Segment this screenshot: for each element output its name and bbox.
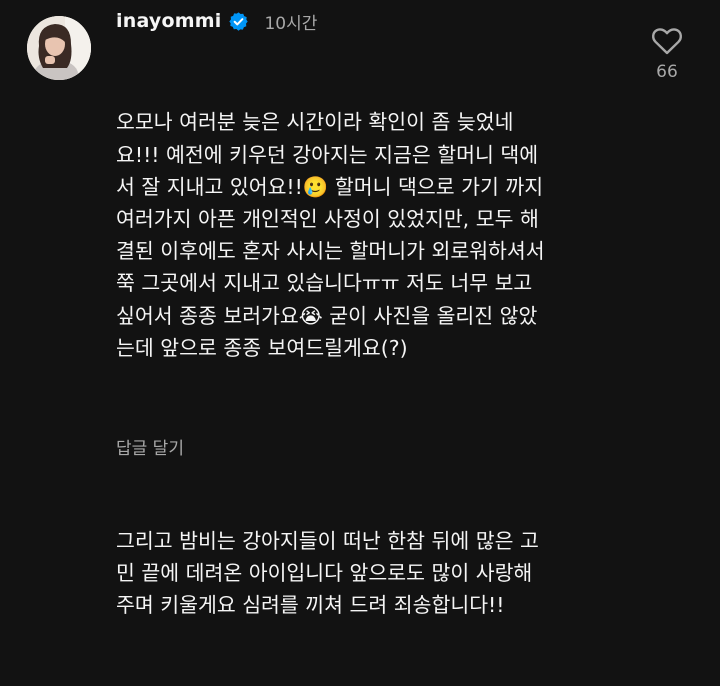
comment-body-paragraph-1: 오모나 여러분 늦은 시간이라 확인이 좀 늦었네 요!!! 예전에 키우던 강… bbox=[116, 110, 545, 360]
comment-item: inayommi 10시간 오모나 여러분 늦은 시간이라 확인이 좀 늦었네 … bbox=[0, 0, 720, 617]
username[interactable]: inayommi bbox=[116, 10, 221, 32]
reply-button[interactable]: 답글 달기 bbox=[116, 434, 184, 459]
comment-body: 오모나 여러분 늦은 시간이라 확인이 좀 늦었네 요!!! 예전에 키우던 강… bbox=[116, 42, 636, 686]
like-button[interactable] bbox=[651, 26, 683, 56]
avatar[interactable] bbox=[27, 16, 91, 80]
comment-body-paragraph-2: 그리고 밤비는 강아지들이 떠난 한참 뒤에 많은 고 민 끝에 데려온 아이입… bbox=[116, 529, 539, 618]
verified-badge-icon bbox=[229, 11, 249, 31]
avatar-image bbox=[27, 16, 91, 80]
comment-header: inayommi 10시간 bbox=[116, 6, 317, 36]
like-count: 66 bbox=[656, 62, 678, 82]
heart-outline-icon bbox=[652, 28, 682, 55]
comment-timestamp: 10시간 bbox=[264, 13, 318, 34]
